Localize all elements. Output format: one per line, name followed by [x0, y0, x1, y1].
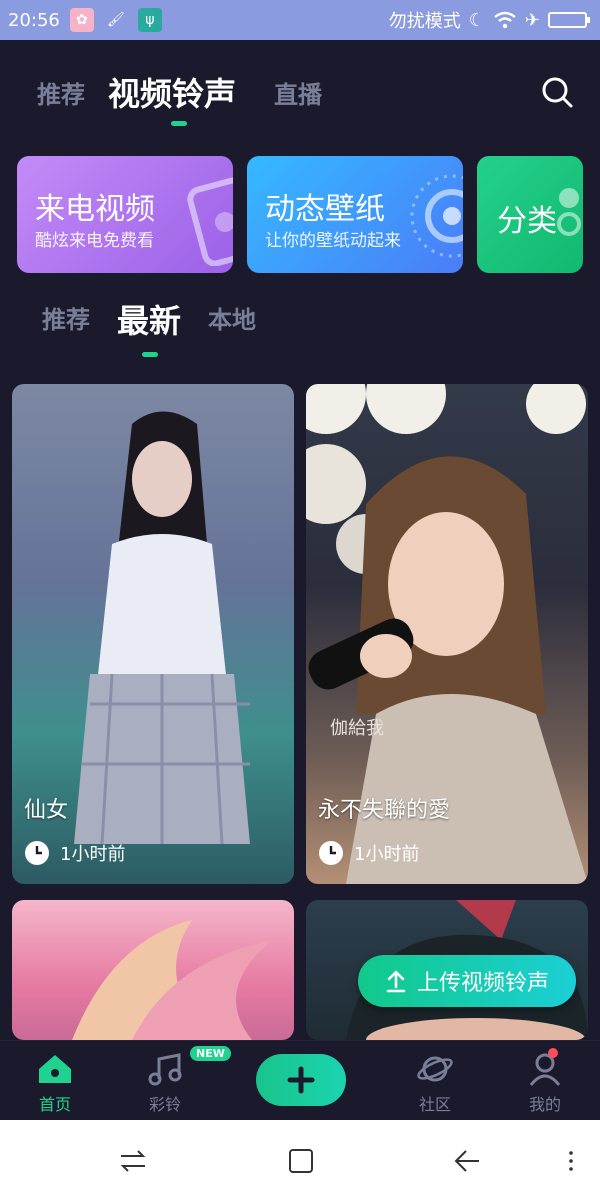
status-bar: 20:56 ✿ 🖌 ψ 勿扰模式 ☾ ✈: [0, 0, 600, 40]
subtab-local[interactable]: 本地: [208, 300, 256, 335]
video-card[interactable]: 伽給我 永不失聯的愛 1小时前: [306, 384, 588, 884]
top-tabs: 推荐 视频铃声 直播: [0, 55, 600, 135]
tab-video-ringtone[interactable]: 视频铃声: [108, 69, 236, 115]
notification-dot: [548, 1048, 558, 1058]
nav-ringtone-label: 彩铃: [148, 1095, 181, 1114]
video-title: 永不失聯的愛: [318, 798, 451, 823]
upload-icon: [386, 970, 406, 993]
moon-icon: ☾: [468, 9, 485, 31]
subtab-recommend[interactable]: 推荐: [42, 300, 90, 335]
phone-video-icon: [187, 177, 233, 266]
add-button[interactable]: [256, 1054, 346, 1106]
video-title: 仙女: [24, 798, 69, 823]
switch-icon[interactable]: [118, 1146, 148, 1176]
video-time-text: 1小时前: [60, 844, 126, 865]
airplane-icon: ✈: [524, 9, 540, 31]
banner-title: 动态壁纸: [265, 192, 385, 227]
music-note-icon: [148, 1053, 182, 1086]
clock-icon: [25, 841, 49, 865]
video-time: 1小时前: [318, 840, 419, 866]
search-icon[interactable]: [540, 75, 574, 109]
back-icon[interactable]: [452, 1146, 482, 1176]
banner-title: 分类: [497, 204, 557, 239]
usb-icon: ψ: [137, 8, 162, 32]
new-badge: NEW: [190, 1046, 231, 1061]
video-overlay-caption: 伽給我: [330, 718, 384, 739]
nav-home-label: 首页: [38, 1095, 71, 1114]
video-thumbnail: [72, 920, 272, 1040]
video-time: 1小时前: [24, 840, 125, 866]
banner-category[interactable]: 分类: [477, 156, 583, 273]
home-square-icon[interactable]: [286, 1146, 316, 1176]
profile-icon: [529, 1053, 561, 1086]
nav-mine[interactable]: 我的: [510, 1051, 580, 1115]
nav-mine-label: 我的: [528, 1095, 561, 1114]
battery-icon: [548, 12, 590, 28]
sub-tabs: 推荐 最新 本地: [0, 288, 600, 358]
nav-ringtone[interactable]: 彩铃: [130, 1051, 200, 1115]
subtab-latest[interactable]: 最新: [117, 296, 181, 342]
nav-home[interactable]: 首页: [20, 1051, 90, 1115]
video-card[interactable]: 仙女 1小时前: [12, 384, 294, 884]
wifi-icon: [494, 11, 516, 29]
video-card[interactable]: [12, 900, 294, 1040]
dnd-label: 勿扰模式: [388, 11, 461, 32]
menu-icon[interactable]: [556, 1146, 586, 1176]
banner-subtitle: 酷炫来电免费看: [35, 231, 154, 251]
wallpaper-icon: [410, 174, 463, 258]
system-nav-bar: [0, 1120, 600, 1200]
active-subtab-indicator: [142, 352, 158, 357]
nav-community[interactable]: 社区: [400, 1051, 470, 1115]
banner-subtitle: 让你的壁纸动起来: [265, 231, 401, 251]
app-notification-icon: ✿: [69, 8, 94, 32]
upload-video-ringtone-button[interactable]: 上传视频铃声: [358, 955, 576, 1007]
planet-icon: [417, 1056, 453, 1082]
plus-icon: [287, 1066, 315, 1094]
active-tab-indicator: [171, 121, 187, 126]
banner-incoming-video[interactable]: 来电视频 酷炫来电免费看: [17, 156, 233, 273]
banner-title: 来电视频: [35, 192, 155, 227]
tab-live[interactable]: 直播: [274, 75, 322, 110]
status-time: 20:56: [8, 9, 60, 31]
brush-icon: 🖌: [106, 12, 125, 28]
upload-button-label: 上传视频铃声: [416, 971, 549, 996]
tab-recommend[interactable]: 推荐: [37, 75, 85, 110]
nav-community-label: 社区: [418, 1095, 451, 1114]
video-time-text: 1小时前: [354, 844, 420, 865]
clock-icon: [319, 841, 343, 865]
home-icon: [39, 1055, 71, 1083]
video-thumbnail: [74, 411, 250, 845]
banner-live-wallpaper[interactable]: 动态壁纸 让你的壁纸动起来: [247, 156, 463, 273]
